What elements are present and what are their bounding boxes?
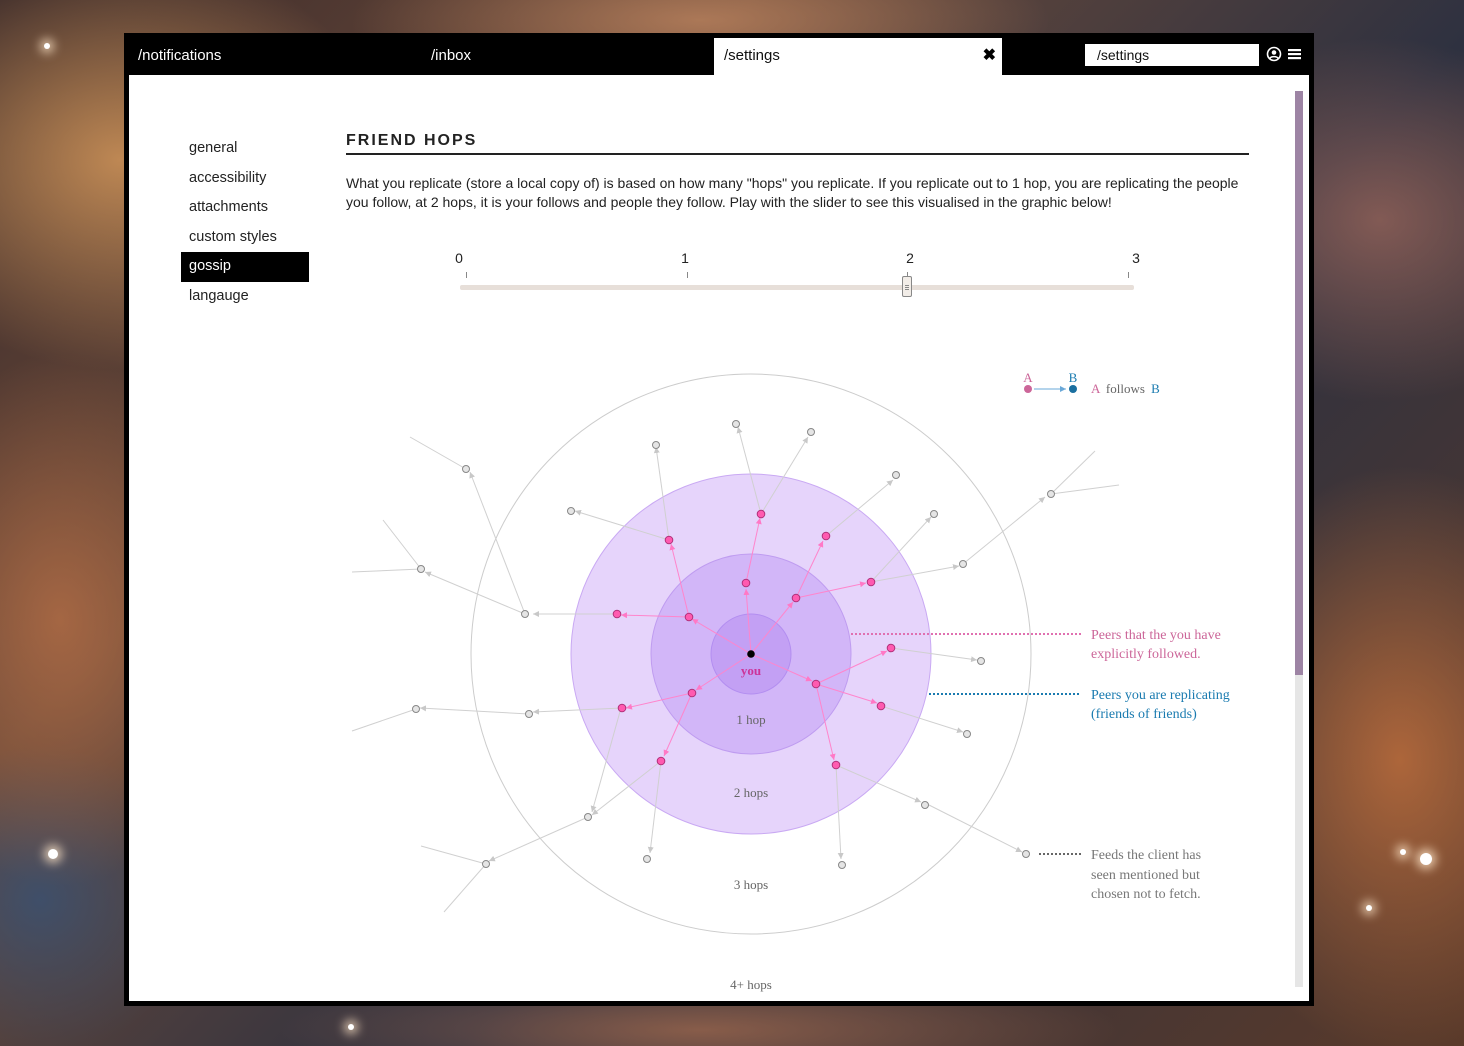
you-label: you — [741, 663, 761, 678]
url-input[interactable] — [1085, 44, 1259, 66]
legend-a-label: A — [1023, 370, 1033, 385]
unfetched-annotation-line3: chosen not to fetch. — [1091, 887, 1201, 902]
follows-legend: A B A follows B — [1023, 370, 1160, 396]
hamburger-menu-icon[interactable] — [1288, 46, 1304, 62]
followed-annotation-line1: Peers that the you have — [1091, 628, 1221, 643]
replicating-annotation-line2: (friends of friends) — [1091, 707, 1197, 722]
unfetched-annotation-line1: Feeds the client has — [1091, 848, 1201, 863]
tab-bar: /notifications /inbox /settings ✖ — [124, 33, 1314, 75]
legend-b-label: B — [1069, 370, 1078, 385]
tab-settings-label: /settings — [724, 47, 780, 64]
settings-page: general accessibility attachments custom… — [129, 75, 1309, 1001]
app-window: /notifications /inbox /settings ✖ genera… — [124, 33, 1314, 1006]
followed-annotation-line2: explicitly followed. — [1091, 647, 1201, 662]
unfetched-annotation-line2: seen mentioned but — [1091, 868, 1200, 883]
legend-caption-b: B — [1151, 381, 1160, 396]
user-profile-icon[interactable] — [1266, 46, 1282, 62]
tab-settings[interactable]: /settings ✖ — [714, 38, 1002, 75]
close-tab-icon[interactable]: ✖ — [983, 38, 996, 74]
ring-label-2-hops: 2 hops — [734, 785, 768, 800]
ring-label-4-hops: 4+ hops — [730, 977, 772, 992]
legend-caption: A follows B — [1091, 381, 1160, 396]
tab-inbox[interactable]: /inbox — [417, 33, 709, 75]
legend-a-node — [1024, 385, 1032, 393]
legend-b-node — [1069, 385, 1077, 393]
replicating-annotation-line1: Peers you are replicating — [1091, 688, 1230, 703]
tab-inbox-label: /inbox — [431, 47, 472, 64]
legend-caption-a: A — [1091, 381, 1101, 396]
ring-label-1-hop: 1 hop — [736, 712, 765, 727]
ring-label-3-hops: 3 hops — [734, 877, 768, 892]
tab-notifications-label: /notifications — [138, 47, 222, 64]
you-node — [747, 650, 755, 658]
scrollbar-thumb[interactable] — [1295, 91, 1303, 675]
legend-caption-follows: follows — [1106, 381, 1145, 396]
tab-notifications[interactable]: /notifications — [124, 33, 416, 75]
hops-diagram: you 1 hop 2 hops 3 hops 4+ hops A B A fo… — [351, 370, 1230, 992]
